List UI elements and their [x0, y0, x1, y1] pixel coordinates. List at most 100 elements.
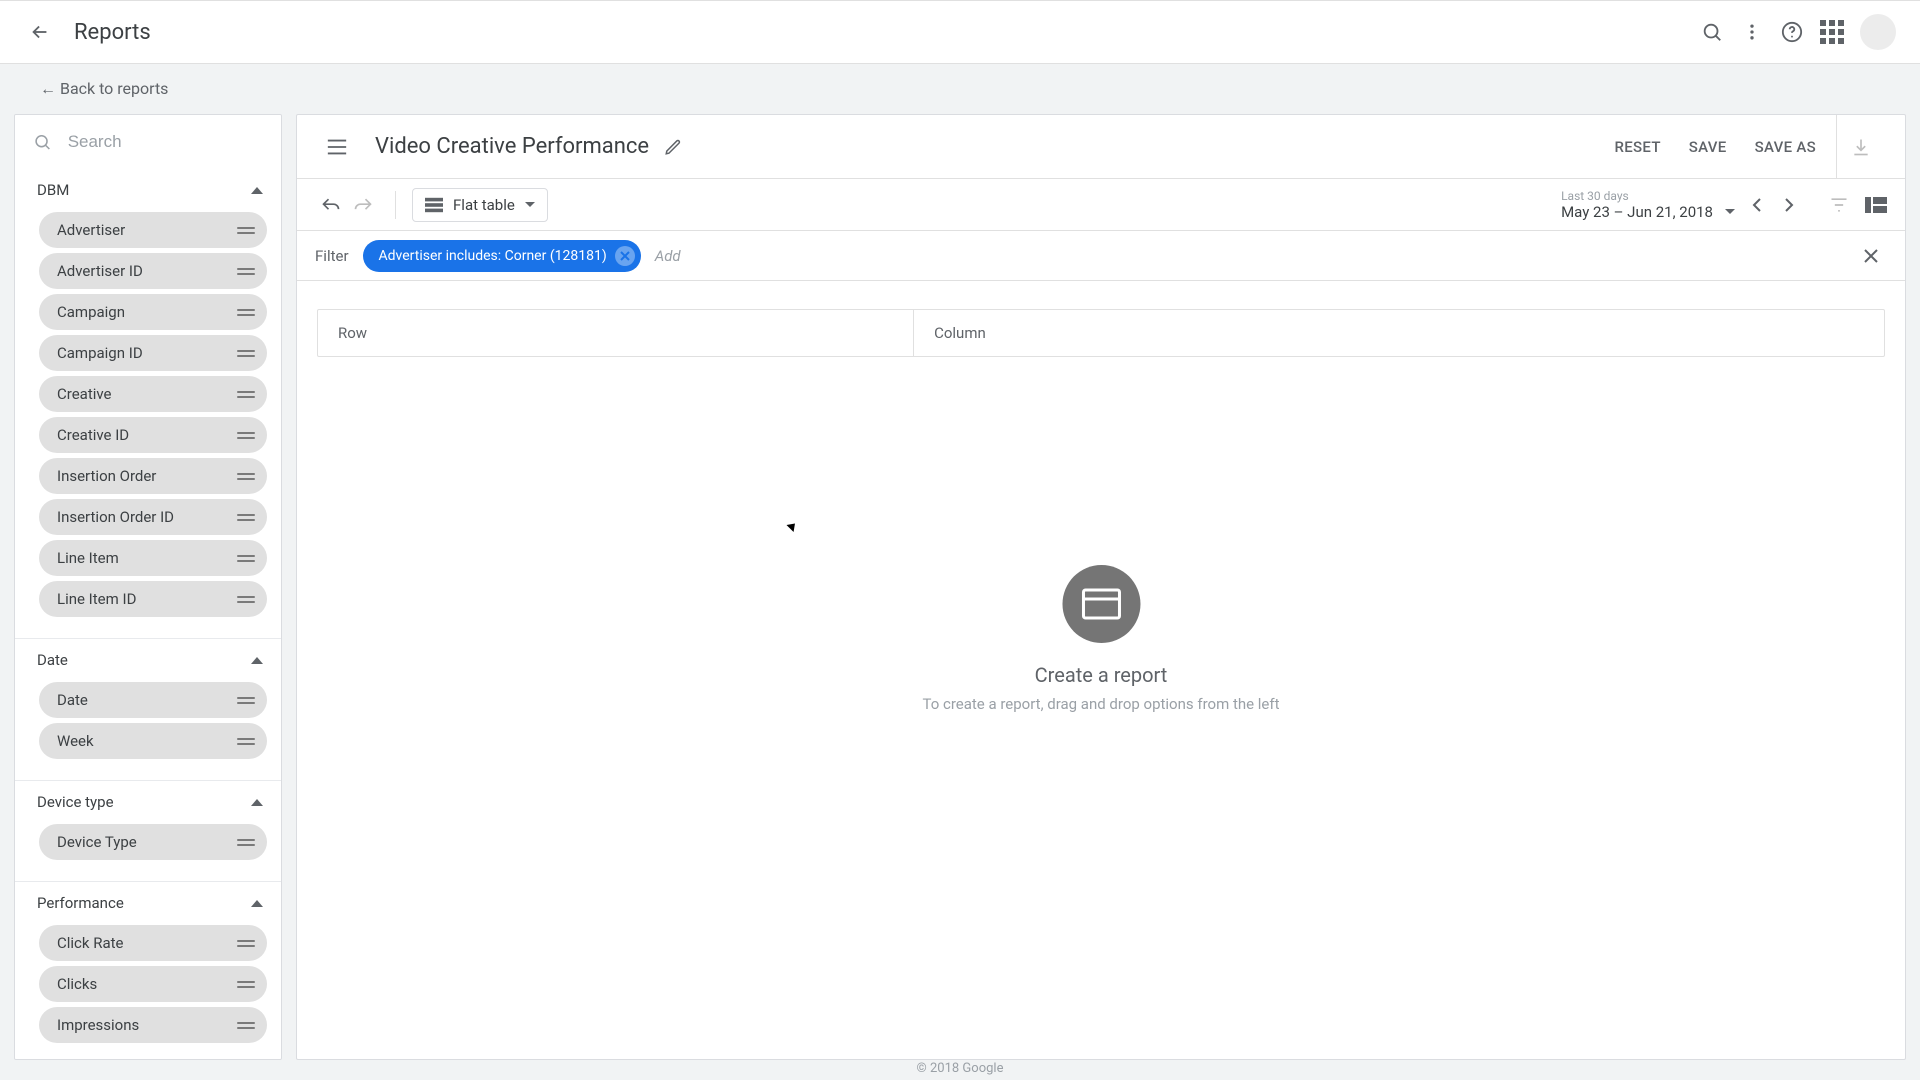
more-menu-button[interactable] [1732, 12, 1772, 52]
save-button[interactable]: SAVE [1675, 130, 1741, 164]
chevron-up-icon [251, 187, 263, 194]
search-icon [1701, 21, 1723, 43]
field-chip[interactable]: Advertiser ID [39, 253, 267, 289]
report-panel: Video Creative Performance RESET SAVE SA… [296, 114, 1906, 1060]
search-icon [33, 131, 52, 153]
drag-handle-icon [237, 596, 255, 603]
reset-button[interactable]: RESET [1601, 130, 1675, 164]
download-icon [1851, 137, 1871, 157]
close-icon [1863, 248, 1879, 264]
field-chip[interactable]: Click Rate [39, 925, 267, 961]
page-title: Reports [74, 20, 151, 45]
group-header-device[interactable]: Device type [15, 781, 281, 819]
date-range-value: May 23 – Jun 21, 2018 [1561, 203, 1713, 221]
group-label: Performance [37, 894, 124, 912]
hamburger-button[interactable] [317, 127, 357, 167]
redo-button[interactable] [347, 189, 379, 221]
date-prev-button[interactable] [1741, 189, 1773, 221]
filter-chip[interactable]: Advertiser includes: Corner (128181) [363, 240, 641, 272]
field-chip[interactable]: Device Type [39, 824, 267, 860]
chevron-up-icon [251, 799, 263, 806]
dropzone[interactable]: Row Column [317, 309, 1885, 357]
field-chip[interactable]: Insertion Order ID [39, 499, 267, 535]
table-icon [425, 197, 443, 213]
drag-handle-icon [237, 309, 255, 316]
remove-filter-button[interactable] [615, 246, 635, 266]
sidebar-search [15, 115, 281, 169]
close-filter-bar-button[interactable] [1855, 240, 1887, 272]
empty-state-title: Create a report [922, 663, 1279, 687]
download-button[interactable] [1836, 115, 1885, 178]
chevron-left-icon [1752, 197, 1762, 213]
table-type-label: Flat table [453, 196, 515, 214]
drag-handle-icon [237, 738, 255, 745]
group-header-dbm[interactable]: DBM [15, 169, 281, 207]
field-chip[interactable]: Insertion Order [39, 458, 267, 494]
group-header-date[interactable]: Date [15, 639, 281, 677]
field-chip[interactable]: Clicks [39, 966, 267, 1002]
empty-state: Create a report To create a report, drag… [922, 565, 1279, 713]
filter-chip-text: Advertiser includes: Corner (128181) [379, 248, 607, 264]
drag-handle-icon [237, 1022, 255, 1029]
drag-handle-icon [237, 981, 255, 988]
more-vert-icon [1742, 22, 1762, 42]
empty-state-icon [1062, 565, 1140, 643]
search-input[interactable] [68, 132, 263, 152]
table-type-select[interactable]: Flat table [412, 188, 548, 222]
report-canvas: Row Column Create a report To create a r… [297, 281, 1905, 1059]
avatar[interactable] [1860, 14, 1896, 50]
close-icon [620, 251, 630, 261]
dropzone-column[interactable]: Column [914, 310, 1884, 356]
undo-button[interactable] [315, 189, 347, 221]
apps-button[interactable] [1812, 12, 1852, 52]
filter-bar: Filter Advertiser includes: Corner (1281… [297, 231, 1905, 281]
report-header: Video Creative Performance RESET SAVE SA… [297, 115, 1905, 179]
drag-handle-icon [237, 432, 255, 439]
undo-icon [321, 197, 341, 213]
add-filter-button[interactable]: Add [655, 247, 681, 265]
back-arrow-button[interactable] [20, 12, 60, 52]
group-label: Date [37, 651, 68, 669]
field-chip[interactable]: Week [39, 723, 267, 759]
field-sidebar: DBM Advertiser Advertiser ID Campaign Ca… [14, 114, 282, 1060]
field-chip[interactable]: Line Item [39, 540, 267, 576]
field-chip[interactable]: Creative ID [39, 417, 267, 453]
field-chip[interactable]: Creative [39, 376, 267, 412]
search-button[interactable] [1692, 12, 1732, 52]
drag-handle-icon [237, 473, 255, 480]
filter-icon [1829, 196, 1849, 214]
chevron-up-icon [251, 657, 263, 664]
layout-icon [1865, 197, 1887, 213]
field-chip[interactable]: Impressions [39, 1007, 267, 1043]
redo-icon [353, 197, 373, 213]
arrow-left-icon [29, 21, 51, 43]
edit-title-button[interactable] [653, 127, 693, 167]
layout-toggle-button[interactable] [1865, 197, 1887, 213]
drag-handle-icon [237, 268, 255, 275]
date-next-button[interactable] [1773, 189, 1805, 221]
group-label: DBM [37, 181, 69, 199]
date-range-label: Last 30 days [1561, 189, 1735, 203]
field-chip[interactable]: Campaign [39, 294, 267, 330]
field-chip[interactable]: Campaign ID [39, 335, 267, 371]
group-items-date: Date Week [15, 682, 281, 780]
cursor-icon [789, 521, 799, 535]
save-as-button[interactable]: SAVE AS [1741, 130, 1830, 164]
empty-state-subtitle: To create a report, drag and drop option… [922, 695, 1279, 713]
field-chip[interactable]: Line Item ID [39, 581, 267, 617]
date-range-picker[interactable]: Last 30 days May 23 – Jun 21, 2018 [1561, 189, 1735, 221]
drag-handle-icon [237, 350, 255, 357]
footer-copyright: © 2018 Google [0, 1057, 1920, 1080]
app-bar: Reports [0, 0, 1920, 64]
group-label: Device type [37, 793, 114, 811]
dropzone-row[interactable]: Row [318, 310, 913, 356]
field-chip[interactable]: Date [39, 682, 267, 718]
group-header-performance[interactable]: Performance [15, 882, 281, 920]
drag-handle-icon [237, 555, 255, 562]
field-chip[interactable]: Advertiser [39, 212, 267, 248]
back-to-reports-link[interactable]: ← Back to reports [0, 64, 168, 114]
filter-label: Filter [315, 247, 349, 265]
filter-toggle-button[interactable] [1829, 196, 1849, 214]
help-button[interactable] [1772, 12, 1812, 52]
group-items-performance: Click Rate Clicks Impressions [15, 925, 281, 1060]
